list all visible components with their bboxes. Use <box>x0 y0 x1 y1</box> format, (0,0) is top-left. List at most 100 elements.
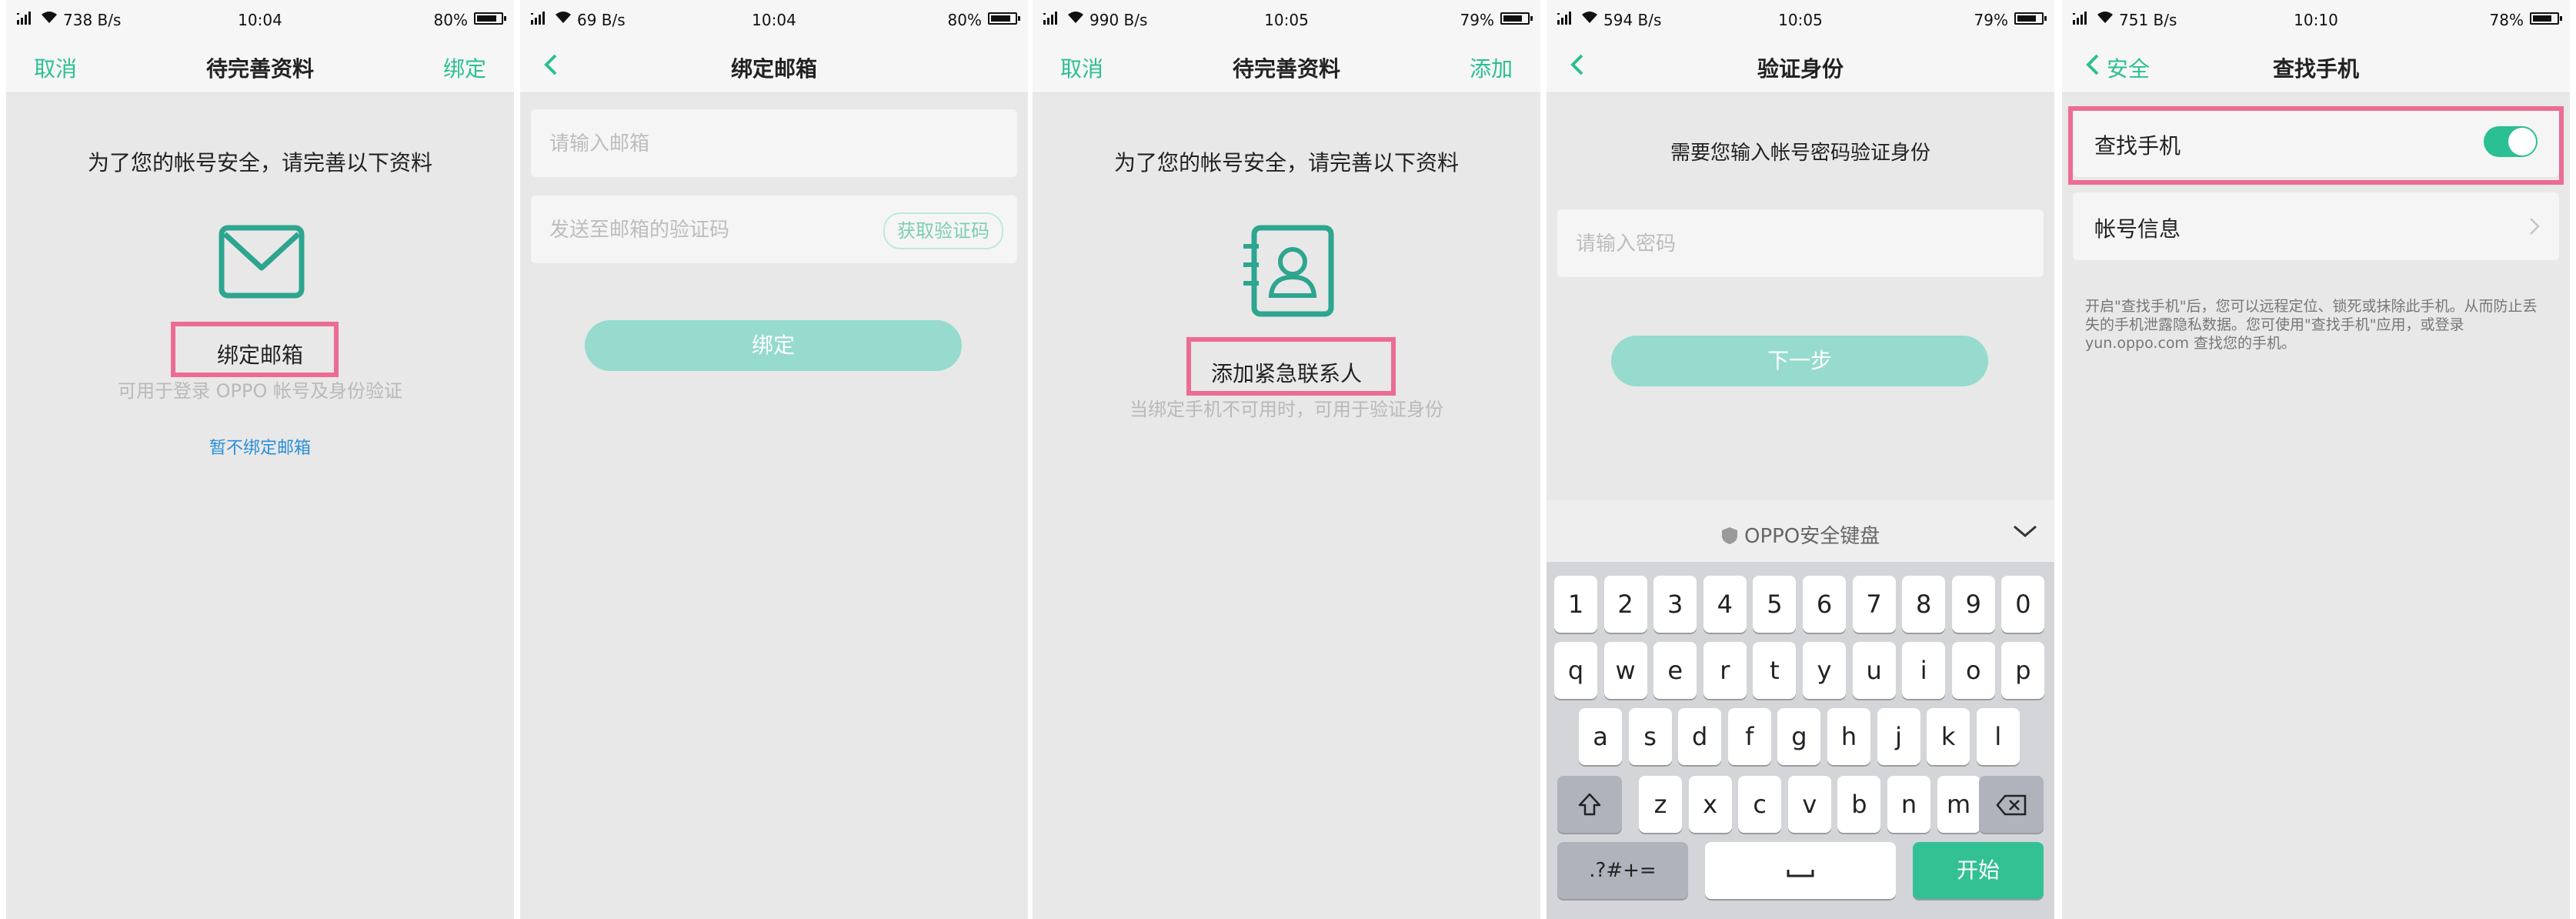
password-input[interactable] <box>1574 209 1918 279</box>
verification-code-input[interactable] <box>548 195 892 265</box>
contact-book-icon <box>1243 225 1334 317</box>
key-x[interactable]: x <box>1688 776 1732 833</box>
key-5[interactable]: 5 <box>1753 576 1797 633</box>
nav-bar: 取消 待完善资料 添加 <box>1033 38 1540 93</box>
highlight-box <box>171 322 339 377</box>
key-u[interactable]: u <box>1852 642 1896 699</box>
key-h[interactable]: h <box>1827 708 1870 765</box>
key-3[interactable]: 3 <box>1653 576 1697 633</box>
status-bar: 990 B/s 10:05 79% <box>1033 0 1540 38</box>
security-prompt: 为了您的帐号安全，请完善以下资料 <box>87 150 432 175</box>
screen-find-phone: 751 B/s 10:10 78% 安全 查找手机 查找手机 帐号信息 开启"查… <box>2062 0 2570 919</box>
collapse-keyboard-icon[interactable] <box>2011 522 2039 540</box>
skip-bind-email-link[interactable]: 暂不绑定邮箱 <box>6 434 514 459</box>
key-k[interactable]: k <box>1927 708 1970 765</box>
find-phone-description: 开启"查找手机"后，您可以远程定位、锁死或抹除此手机。从而防止丢失的手机泄露隐私… <box>2085 298 2538 352</box>
key-f[interactable]: f <box>1727 708 1771 765</box>
key-n[interactable]: n <box>1887 776 1930 833</box>
bind-submit-button[interactable]: 绑定 <box>585 320 962 371</box>
key-m[interactable]: m <box>1937 776 1980 833</box>
space-key[interactable] <box>1705 842 1896 899</box>
status-bar: 738 B/s 10:04 80% <box>6 0 514 38</box>
keyboard-header: OPPO安全键盘 <box>1547 500 2054 562</box>
security-prompt: 为了您的帐号安全，请完善以下资料 <box>1113 150 1459 175</box>
key-g[interactable]: g <box>1777 708 1821 765</box>
email-input[interactable] <box>548 109 892 179</box>
battery-icon <box>2530 12 2562 25</box>
key-l[interactable]: l <box>1976 708 2020 765</box>
start-enter-key[interactable]: 开始 <box>1913 842 2044 899</box>
page-title: 查找手机 <box>2272 56 2359 82</box>
page-title: 验证身份 <box>1757 56 1844 82</box>
key-w[interactable]: w <box>1603 642 1647 699</box>
space-bar-icon <box>1787 870 1814 877</box>
contact-usage-hint: 当绑定手机不可用时，可用于验证身份 <box>1130 399 1443 420</box>
nav-bar: 取消 待完善资料 绑定 <box>6 38 514 93</box>
shift-key[interactable] <box>1557 776 1622 833</box>
password-field[interactable] <box>1557 209 2044 279</box>
get-code-button[interactable]: 获取验证码 <box>883 212 1003 249</box>
key-9[interactable]: 9 <box>1951 576 1995 633</box>
email-field[interactable] <box>531 109 1017 179</box>
key-t[interactable]: t <box>1753 642 1797 699</box>
nav-bar: 绑定邮箱 <box>520 38 1028 93</box>
account-info-label: 帐号信息 <box>2094 216 2181 242</box>
verify-prompt: 需要您输入帐号密码验证身份 <box>1670 142 1930 165</box>
key-1[interactable]: 1 <box>1554 576 1597 633</box>
key-e[interactable]: e <box>1653 642 1697 699</box>
secure-keyboard: OPPO安全键盘 1234567890 qwertyuiop asdfghjkl zx… <box>1547 500 2054 919</box>
screen-bind-email: 69 B/s 10:04 80% 绑定邮箱 获取验证码 绑定 <box>520 0 1028 919</box>
bind-button[interactable]: 绑定 <box>443 52 486 83</box>
account-info-row[interactable]: 帐号信息 <box>2073 192 2559 260</box>
key-r[interactable]: r <box>1703 642 1747 699</box>
key-7[interactable]: 7 <box>1852 576 1896 633</box>
nav-bar: 安全 查找手机 <box>2062 38 2570 93</box>
key-a[interactable]: a <box>1579 708 1622 765</box>
key-i[interactable]: i <box>1902 642 1946 699</box>
shift-arrow-icon <box>1578 793 1601 816</box>
chevron-right-icon <box>2530 218 2540 235</box>
key-z[interactable]: z <box>1639 776 1682 833</box>
key-4[interactable]: 4 <box>1703 576 1747 633</box>
page-title: 待完善资料 <box>1232 56 1340 82</box>
key-y[interactable]: y <box>1803 642 1846 699</box>
screen-complete-profile-email: 738 B/s 10:04 80% 取消 待完善资料 绑定 为了您的帐号安全，请… <box>6 0 514 919</box>
status-bar: 594 B/s 10:05 79% <box>1547 0 2054 38</box>
key-s[interactable]: s <box>1628 708 1672 765</box>
key-p[interactable]: p <box>2001 642 2045 699</box>
page-title: 待完善资料 <box>205 56 314 82</box>
envelope-icon <box>219 225 305 299</box>
key-d[interactable]: d <box>1678 708 1722 765</box>
backspace-key[interactable] <box>1979 776 2044 833</box>
key-q[interactable]: q <box>1554 642 1597 699</box>
battery-percent: 79% <box>1460 11 1494 29</box>
symbols-key[interactable]: .?#+= <box>1557 842 1688 899</box>
key-8[interactable]: 8 <box>1902 576 1946 633</box>
status-bar: 751 B/s 10:10 78% <box>2062 0 2570 38</box>
keyboard-title: OPPO安全键盘 <box>1547 520 2054 549</box>
key-b[interactable]: b <box>1837 776 1881 833</box>
nav-bar: 验证身份 <box>1547 38 2054 93</box>
email-usage-hint: 可用于登录 OPPO 帐号及身份验证 <box>118 380 402 402</box>
screen-complete-profile-contact: 990 B/s 10:05 79% 取消 待完善资料 添加 为了您的帐号安全，请… <box>1033 0 1540 919</box>
key-0[interactable]: 0 <box>2001 576 2045 633</box>
code-field[interactable]: 获取验证码 <box>531 195 1017 265</box>
status-bar: 69 B/s 10:04 80% <box>520 0 1028 38</box>
battery-percent: 80% <box>947 11 982 29</box>
key-v[interactable]: v <box>1787 776 1831 833</box>
key-2[interactable]: 2 <box>1603 576 1647 633</box>
battery-icon <box>988 12 1020 25</box>
highlight-box <box>2068 106 2564 185</box>
shield-icon <box>1721 527 1737 544</box>
key-o[interactable]: o <box>1951 642 1995 699</box>
key-c[interactable]: c <box>1738 776 1782 833</box>
battery-percent: 78% <box>2489 11 2524 29</box>
add-button[interactable]: 添加 <box>1470 52 1513 83</box>
next-step-button[interactable]: 下一步 <box>1611 336 1988 386</box>
screen-verify-identity: 594 B/s 10:05 79% 验证身份 需要您输入帐号密码验证身份 下一步… <box>1547 0 2054 919</box>
key-j[interactable]: j <box>1877 708 1920 765</box>
keyboard-title-text: OPPO安全键盘 <box>1743 525 1880 548</box>
page-title: 绑定邮箱 <box>730 56 817 82</box>
key-6[interactable]: 6 <box>1803 576 1846 633</box>
backspace-icon <box>1996 794 2027 816</box>
